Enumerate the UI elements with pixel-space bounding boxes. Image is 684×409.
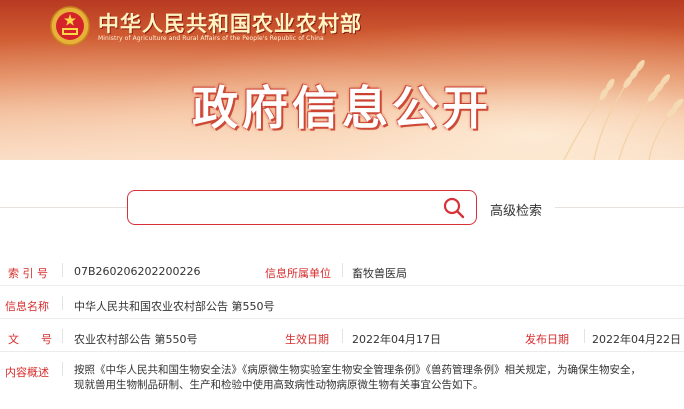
publish-date-label: 发布日期 bbox=[525, 333, 569, 346]
national-emblem-icon bbox=[50, 6, 90, 46]
header-banner: 中华人民共和国农业农村部 Ministry of Agriculture and… bbox=[0, 0, 684, 160]
index-value: 07B260206202200226 bbox=[74, 265, 201, 278]
cell-separator bbox=[62, 296, 63, 310]
table-row: 文 号 农业农村部公告 第550号 生效日期 2022年04月17日 发布日期 … bbox=[0, 323, 684, 352]
unit-label: 信息所属单位 bbox=[265, 267, 331, 280]
cell-separator bbox=[62, 263, 63, 277]
doc-label: 文 号 bbox=[8, 333, 52, 346]
summary-line-2: 现就兽用生物制品研制、生产和检验中使用高致病性动物病原微生物有关事宜公告如下。 bbox=[74, 379, 484, 391]
index-label: 索 引 号 bbox=[8, 267, 48, 280]
divider-right bbox=[555, 207, 684, 208]
table-row: 信息名称 中华人民共和国农业农村部公告 第550号 bbox=[0, 290, 684, 319]
advanced-search-link[interactable]: 高级检索 bbox=[490, 200, 542, 219]
publish-date-value: 2022年04月22日 bbox=[592, 333, 681, 346]
ministry-name-en: Ministry of Agriculture and Rural Affair… bbox=[98, 35, 324, 42]
cell-separator bbox=[342, 263, 343, 277]
unit-value: 畜牧兽医局 bbox=[352, 267, 407, 280]
summary-label: 内容概述 bbox=[5, 366, 49, 379]
cell-separator bbox=[62, 362, 63, 376]
name-label: 信息名称 bbox=[5, 300, 49, 313]
table-row: 内容概述 按照《中华人民共和国生物安全法》《病原微生物实验室生物安全管理条例》《… bbox=[0, 356, 684, 400]
search-icon[interactable] bbox=[442, 196, 466, 220]
doc-value: 农业农村部公告 第550号 bbox=[74, 333, 198, 346]
cell-separator bbox=[342, 329, 343, 343]
ministry-name-cn: 中华人民共和国农业农村部 bbox=[98, 11, 362, 36]
cell-separator bbox=[62, 329, 63, 343]
summary-line-1: 按照《中华人民共和国生物安全法》《病原微生物实验室生物安全管理条例》《兽药管理条… bbox=[74, 364, 641, 376]
page-title: 政府信息公开 bbox=[192, 81, 492, 135]
cell-separator bbox=[584, 329, 585, 343]
table-row: 索 引 号 07B260206202200226 信息所属单位 畜牧兽医局 bbox=[0, 257, 684, 286]
divider-left bbox=[0, 207, 127, 208]
effective-date-label: 生效日期 bbox=[285, 333, 329, 346]
name-value: 中华人民共和国农业农村部公告 第550号 bbox=[74, 300, 275, 313]
effective-date-value: 2022年04月17日 bbox=[352, 333, 441, 346]
search-input[interactable] bbox=[127, 190, 477, 225]
